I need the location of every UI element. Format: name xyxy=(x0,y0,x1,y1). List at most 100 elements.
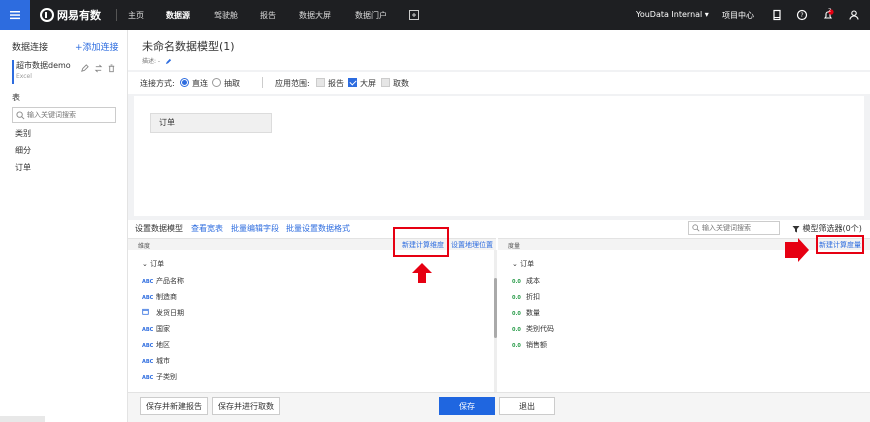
active-indicator xyxy=(12,60,14,84)
table-search[interactable] xyxy=(12,107,116,123)
add-connection-button[interactable]: +添加连接 xyxy=(75,40,119,53)
scrollbar[interactable] xyxy=(494,278,497,338)
filter-icon xyxy=(792,225,800,232)
nav-report[interactable]: 报告 xyxy=(260,10,276,21)
calendar-icon xyxy=(142,308,152,317)
save-and-new-report-button[interactable]: 保存并新建报告 xyxy=(140,397,208,415)
dimension-group-orders[interactable]: ⌄ 订单 xyxy=(142,259,164,269)
checkbox-report[interactable] xyxy=(316,78,325,87)
dimension-field[interactable]: ABC 国家 xyxy=(142,324,170,334)
annotation-arrow-up-icon xyxy=(412,263,432,283)
field-name: 城市 xyxy=(156,357,170,365)
model-header: 未命名数据模型(1) 描述: - xyxy=(128,30,870,70)
refresh-icon[interactable] xyxy=(94,64,103,73)
radio-extract-label: 抽取 xyxy=(224,79,240,88)
field-search[interactable] xyxy=(688,221,780,235)
nav-portal[interactable]: 数据门户 xyxy=(355,10,387,21)
table-card-orders[interactable]: 订单 xyxy=(150,113,272,133)
help-icon[interactable]: ? xyxy=(796,9,808,21)
dimension-field[interactable]: ABC 产品名称 xyxy=(142,276,184,286)
table-item-segment[interactable]: 细分 xyxy=(15,145,31,156)
user-dropdown[interactable]: YouData Internal ▾ xyxy=(636,10,709,19)
description-text: 描述: - xyxy=(142,58,161,65)
field-name: 销售额 xyxy=(526,341,547,349)
edit-icon[interactable] xyxy=(80,64,89,73)
radio-extract[interactable] xyxy=(212,78,221,87)
measure-field[interactable]: 0.0 销售额 xyxy=(512,340,547,350)
field-name: 国家 xyxy=(156,325,170,333)
dimension-field[interactable]: ABC 子类别 xyxy=(142,372,177,382)
nav-divider xyxy=(116,9,117,21)
text-type-icon: ABC xyxy=(142,343,154,349)
nav-cockpit[interactable]: 驾驶舱 xyxy=(214,10,238,21)
table-item-orders[interactable]: 订单 xyxy=(15,162,31,173)
connection-mode-label: 连接方式: xyxy=(140,79,175,88)
field-search-input[interactable] xyxy=(702,222,778,234)
field-name: 发货日期 xyxy=(156,309,184,317)
field-name: 折扣 xyxy=(526,293,540,301)
table-item-category[interactable]: 类别 xyxy=(15,128,31,139)
tab-model-settings[interactable]: 设置数据模型 xyxy=(135,223,183,234)
checkbox-big-screen-label: 大屏 xyxy=(360,79,376,88)
field-name: 成本 xyxy=(526,277,540,285)
text-type-icon: ABC xyxy=(142,279,154,285)
checkbox-fetch[interactable] xyxy=(381,78,390,87)
model-filter-button[interactable]: 模型筛选器(0个) xyxy=(792,223,862,234)
expand-icon[interactable] xyxy=(408,9,420,21)
model-filter-label: 模型筛选器(0个) xyxy=(802,224,862,233)
table-search-input[interactable] xyxy=(27,109,113,121)
model-title[interactable]: 未命名数据模型(1) xyxy=(142,38,235,54)
highlight-new-calc-measure xyxy=(816,235,864,254)
window-corner xyxy=(0,416,45,422)
radio-direct-label: 直连 xyxy=(192,79,208,88)
nav-home[interactable]: 主页 xyxy=(128,10,144,21)
number-type-icon: 0.0 xyxy=(512,343,521,349)
chevron-down-icon: ⌄ xyxy=(142,260,148,268)
set-geo-location-button[interactable]: 设置地理位置 xyxy=(451,240,493,250)
model-canvas[interactable]: 订单 xyxy=(134,96,864,216)
measure-group-label: 订单 xyxy=(520,260,535,268)
sidebar-title: 数据连接 xyxy=(12,43,49,53)
project-center-link[interactable]: 项目中心 xyxy=(722,10,754,21)
tab-batch-format[interactable]: 批量设置数据格式 xyxy=(286,223,350,234)
field-name: 数量 xyxy=(526,309,540,317)
edit-description-icon[interactable] xyxy=(165,58,172,65)
chevron-down-icon: ⌄ xyxy=(512,260,518,268)
app-logo[interactable]: 网易有数 xyxy=(40,7,101,23)
measure-field[interactable]: 0.0 成本 xyxy=(512,276,540,286)
field-name: 制造商 xyxy=(156,293,177,301)
text-type-icon: ABC xyxy=(142,295,154,301)
dimension-field[interactable]: ABC 地区 xyxy=(142,340,170,350)
datasource-item[interactable]: 超市数据demo Excel xyxy=(12,60,120,86)
number-type-icon: 0.0 xyxy=(512,295,521,301)
delete-icon[interactable] xyxy=(107,64,116,73)
text-type-icon: ABC xyxy=(142,375,154,381)
document-icon[interactable] xyxy=(771,9,783,21)
tab-view-wide-table[interactable]: 查看宽表 xyxy=(191,223,223,234)
logo-text: 网易有数 xyxy=(57,9,101,22)
measure-field[interactable]: 0.0 折扣 xyxy=(512,292,540,302)
measure-group-orders[interactable]: ⌄ 订单 xyxy=(512,259,534,269)
checkbox-fetch-label: 取数 xyxy=(393,79,409,88)
nav-datasource[interactable]: 数据源 xyxy=(166,10,190,21)
measure-header-label: 度量 xyxy=(508,243,521,250)
radio-direct[interactable] xyxy=(180,78,189,87)
dimension-field[interactable]: ABC 制造商 xyxy=(142,292,177,302)
checkbox-big-screen[interactable] xyxy=(348,78,357,87)
dimension-field[interactable]: 发货日期 xyxy=(142,308,184,318)
text-type-icon: ABC xyxy=(142,359,154,365)
dimension-field[interactable]: ABC 城市 xyxy=(142,356,170,366)
search-icon xyxy=(692,224,700,232)
save-and-fetch-button[interactable]: 保存并进行取数 xyxy=(212,397,280,415)
save-button[interactable]: 保存 xyxy=(439,397,495,415)
measure-field[interactable]: 0.0 数量 xyxy=(512,308,540,318)
tab-batch-edit-fields[interactable]: 批量编辑字段 xyxy=(231,223,279,234)
field-name: 类别代码 xyxy=(526,325,554,333)
nav-big-screen[interactable]: 数据大屏 xyxy=(299,10,331,21)
menu-icon[interactable] xyxy=(0,0,30,30)
user-avatar-icon[interactable] xyxy=(848,9,860,21)
field-name: 产品名称 xyxy=(156,277,184,285)
measure-field[interactable]: 0.0 类别代码 xyxy=(512,324,554,334)
exit-button[interactable]: 退出 xyxy=(499,397,555,415)
measure-header: 度量 新建计算度量 xyxy=(498,238,870,250)
